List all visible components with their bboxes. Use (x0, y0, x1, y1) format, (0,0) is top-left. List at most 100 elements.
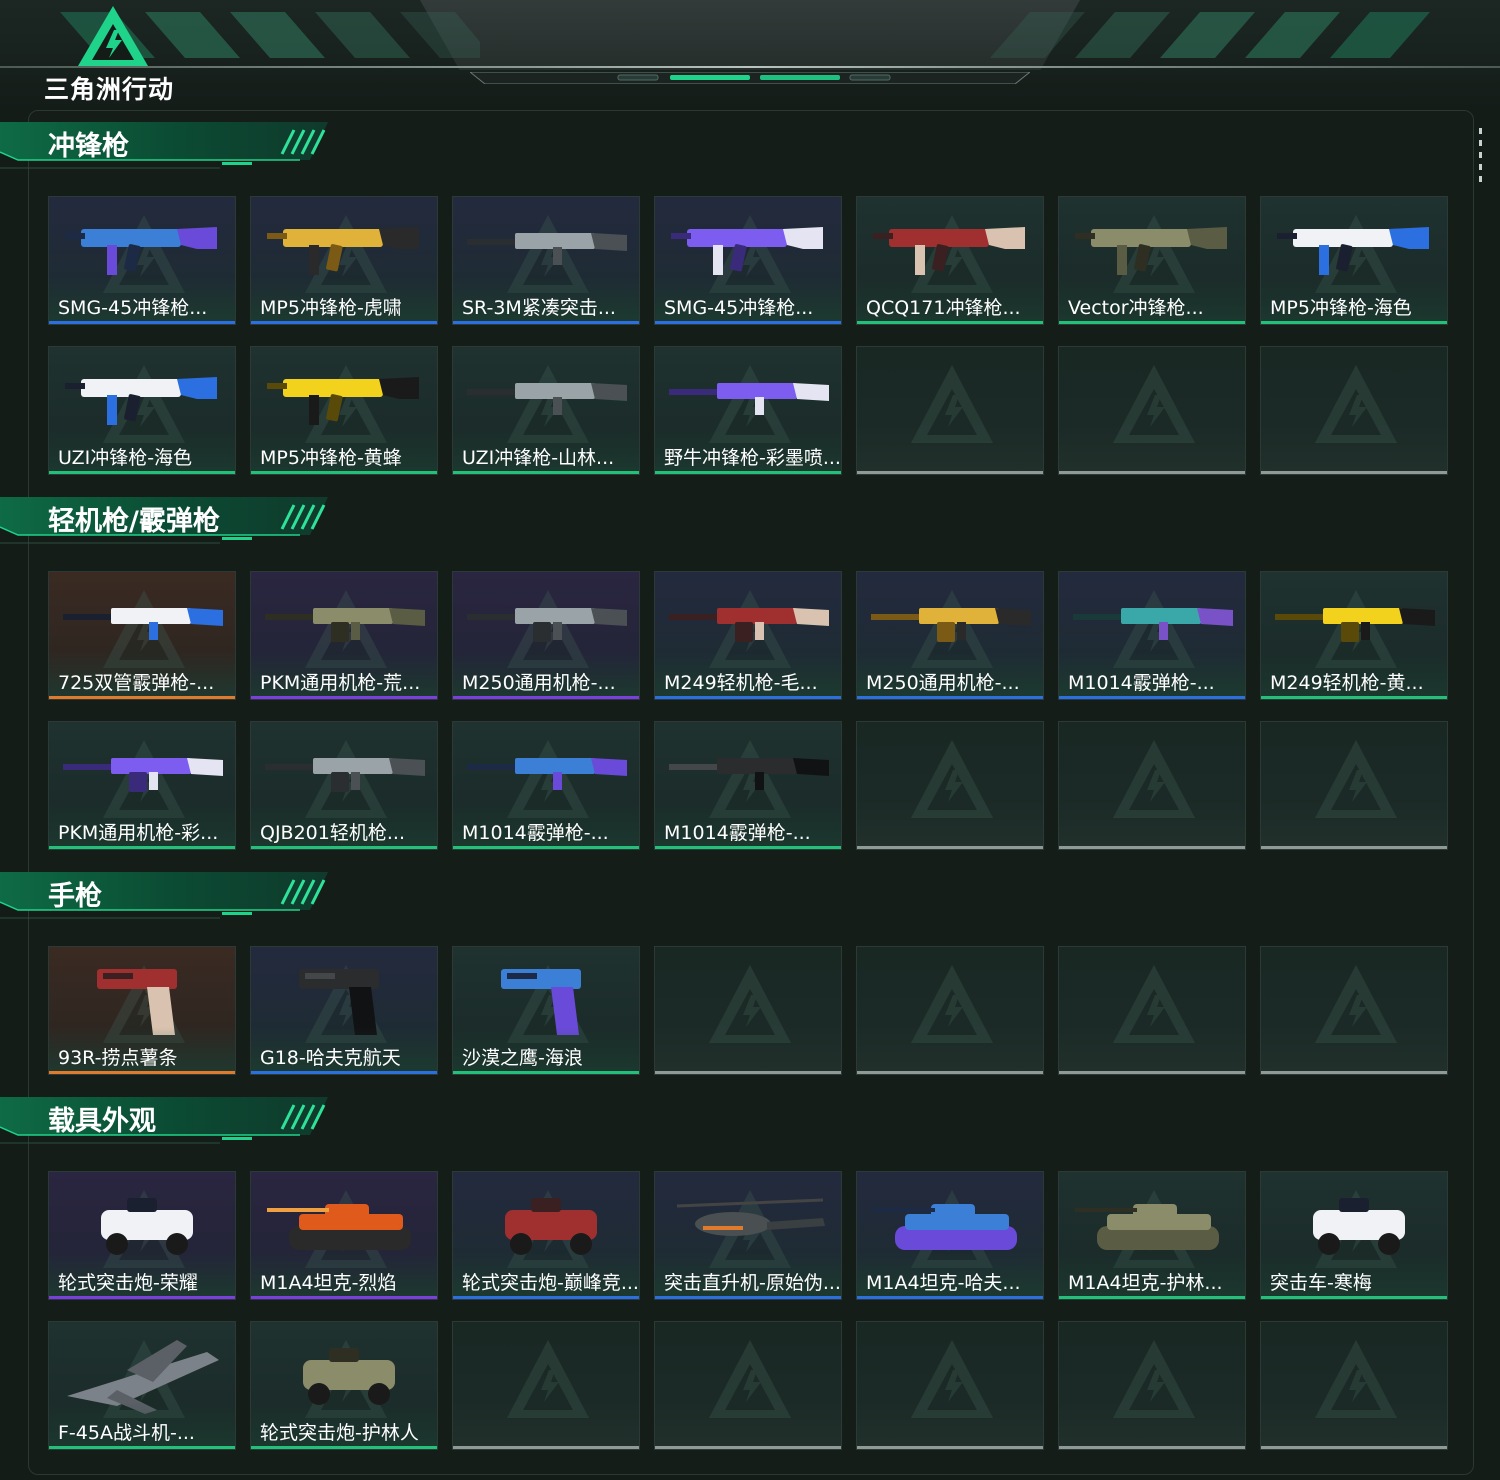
rarity-bar (655, 1296, 841, 1299)
rarity-bar (453, 321, 639, 324)
rarity-bar (1261, 321, 1447, 324)
skin-card[interactable]: 突击直升机-原始伪... (654, 1171, 842, 1300)
skin-name: M1A4坦克-护林... (1068, 1272, 1223, 1294)
skin-card[interactable]: 沙漠之鹰-海浪 (452, 946, 640, 1075)
rarity-bar (857, 846, 1043, 849)
skin-card[interactable]: M1014霰弹枪-... (452, 721, 640, 850)
rarity-bar (453, 471, 639, 474)
skin-name: 725双管霰弹枪-... (58, 672, 215, 694)
skin-card[interactable]: SMG-45冲锋枪... (48, 196, 236, 325)
empty-slot (1058, 1321, 1246, 1450)
delta-watermark-icon (1113, 965, 1195, 1043)
skin-card[interactable]: F-45A战斗机-... (48, 1321, 236, 1450)
skin-card[interactable]: 轮式突击炮-巅峰竞... (452, 1171, 640, 1300)
skin-card[interactable]: M1014霰弹枪-... (654, 721, 842, 850)
rarity-bar (655, 1071, 841, 1074)
empty-slot (1260, 346, 1448, 475)
delta-watermark-icon (911, 740, 993, 818)
rarity-bar (857, 321, 1043, 324)
brand-logo[interactable]: 三角洲行动 (40, 0, 185, 104)
rarity-bar (1059, 846, 1245, 849)
skin-card[interactable]: G18-哈夫克航天 (250, 946, 438, 1075)
skin-name: M249轻机枪-黄... (1270, 672, 1424, 694)
rarity-bar (453, 1071, 639, 1074)
skin-card[interactable]: 725双管霰弹枪-... (48, 571, 236, 700)
empty-slot (654, 1321, 842, 1450)
skin-card[interactable]: SR-3M紧凑突击... (452, 196, 640, 325)
section-title-label: 载具外观 (48, 1106, 156, 1137)
skin-card[interactable]: M250通用机枪-... (452, 571, 640, 700)
delta-watermark-icon (507, 1340, 589, 1418)
rarity-bar (655, 696, 841, 699)
section-title: 手枪 (0, 868, 330, 920)
skin-card[interactable]: SMG-45冲锋枪... (654, 196, 842, 325)
rarity-bar (251, 471, 437, 474)
skin-name: 突击直升机-原始伪... (664, 1272, 840, 1294)
empty-slot (1058, 721, 1246, 850)
skin-name: 突击车-寒梅 (1270, 1272, 1372, 1294)
skin-card[interactable]: M1A4坦克-哈夫... (856, 1171, 1044, 1300)
delta-watermark-icon (911, 365, 993, 443)
rarity-bar (1059, 471, 1245, 474)
skin-name: 93R-捞点薯条 (58, 1047, 178, 1069)
header-progress-markers (470, 72, 1030, 84)
empty-slot (1058, 346, 1246, 475)
delta-watermark-icon (709, 1340, 791, 1418)
skin-card[interactable]: M1A4坦克-护林... (1058, 1171, 1246, 1300)
rarity-bar (1261, 471, 1447, 474)
skin-card[interactable]: 野牛冲锋枪-彩墨喷... (654, 346, 842, 475)
skin-card[interactable]: M249轻机枪-黄... (1260, 571, 1448, 700)
rarity-bar (49, 1071, 235, 1074)
skin-name: QJB201轻机枪... (260, 822, 405, 844)
brand-logo-text: 三角洲行动 (44, 75, 175, 104)
skin-card[interactable]: QCQ171冲锋枪... (856, 196, 1044, 325)
skin-name: F-45A战斗机-... (58, 1422, 195, 1444)
skin-name: QCQ171冲锋枪... (866, 297, 1021, 319)
skin-name: SR-3M紧凑突击... (462, 297, 616, 319)
delta-watermark-icon (1315, 965, 1397, 1043)
skin-card[interactable]: PKM通用机枪-荒... (250, 571, 438, 700)
rarity-bar (49, 696, 235, 699)
delta-watermark-icon (1113, 740, 1195, 818)
top-header: 三角洲行动 (0, 0, 1500, 112)
skin-card[interactable]: M249轻机枪-毛... (654, 571, 842, 700)
rarity-bar (251, 1296, 437, 1299)
delta-watermark-icon (1315, 365, 1397, 443)
scroll-indicator[interactable] (1478, 128, 1484, 184)
skin-name: M249轻机枪-毛... (664, 672, 818, 694)
empty-slot (856, 946, 1044, 1075)
skin-card[interactable]: QJB201轻机枪... (250, 721, 438, 850)
skin-card[interactable]: 轮式突击炮-荣耀 (48, 1171, 236, 1300)
rarity-bar (1059, 696, 1245, 699)
skin-card[interactable]: Vector冲锋枪... (1058, 196, 1246, 325)
rarity-bar (1261, 1071, 1447, 1074)
delta-watermark-icon (1315, 1340, 1397, 1418)
skin-card[interactable]: MP5冲锋枪-黄蜂 (250, 346, 438, 475)
rarity-bar (49, 1446, 235, 1449)
skin-card[interactable]: UZI冲锋枪-海色 (48, 346, 236, 475)
rarity-bar (1059, 1446, 1245, 1449)
empty-slot (856, 721, 1044, 850)
skin-name: SMG-45冲锋枪... (58, 297, 208, 319)
rarity-bar (857, 1296, 1043, 1299)
skin-card[interactable]: PKM通用机枪-彩... (48, 721, 236, 850)
rarity-bar (655, 846, 841, 849)
skin-card[interactable]: 轮式突击炮-护林人 (250, 1321, 438, 1450)
skin-card[interactable]: M1A4坦克-烈焰 (250, 1171, 438, 1300)
skin-card[interactable]: M1014霰弹枪-... (1058, 571, 1246, 700)
skin-card[interactable]: 突击车-寒梅 (1260, 1171, 1448, 1300)
section-title-label: 手枪 (48, 881, 102, 912)
empty-slot (856, 1321, 1044, 1450)
skin-name: MP5冲锋枪-黄蜂 (260, 447, 402, 469)
rarity-bar (251, 321, 437, 324)
skin-card[interactable]: 93R-捞点薯条 (48, 946, 236, 1075)
delta-watermark-icon (1113, 365, 1195, 443)
skin-name: M1014霰弹枪-... (664, 822, 811, 844)
skin-name: 沙漠之鹰-海浪 (462, 1047, 583, 1069)
skin-card[interactable]: UZI冲锋枪-山林... (452, 346, 640, 475)
skin-card[interactable]: M250通用机枪-... (856, 571, 1044, 700)
skin-card[interactable]: MP5冲锋枪-虎啸 (250, 196, 438, 325)
section-title-label: 冲锋枪 (48, 131, 129, 162)
skin-card[interactable]: MP5冲锋枪-海色 (1260, 196, 1448, 325)
rarity-bar (655, 1446, 841, 1449)
